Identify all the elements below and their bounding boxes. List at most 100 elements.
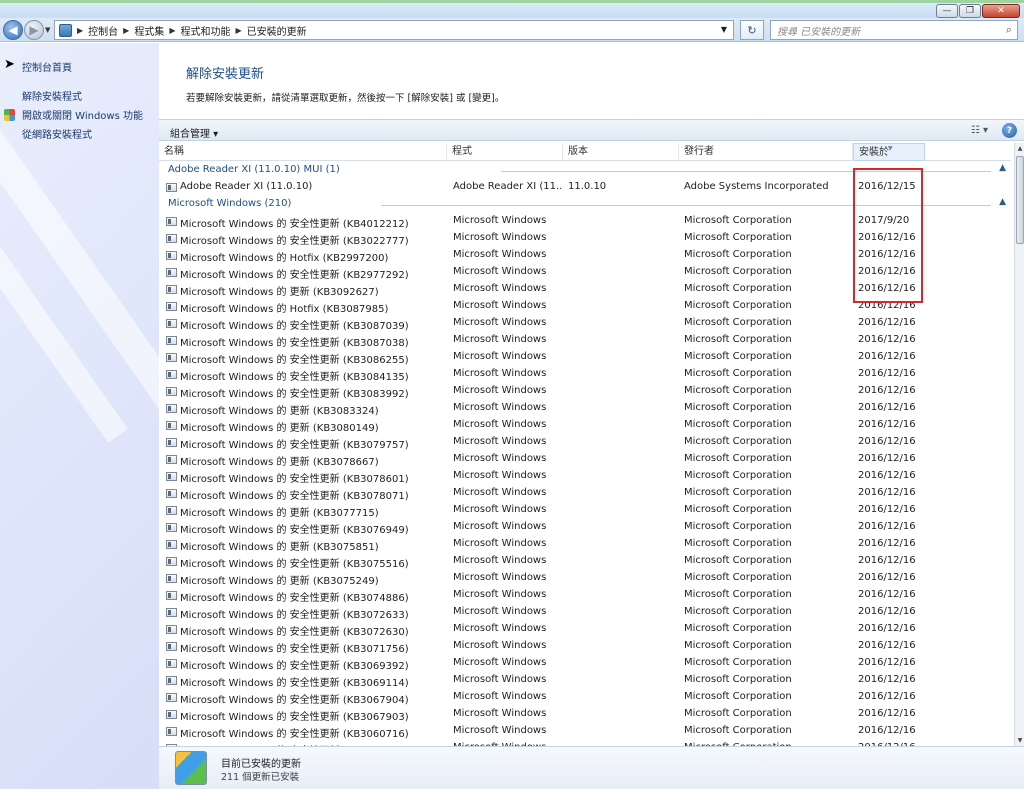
list-item[interactable]: Microsoft Windows 的 安全性更新 (KB3079757) Mic… [159, 434, 1011, 451]
list-item[interactable]: Microsoft Windows 的 安全性更新 (KB3078601) Mic… [159, 468, 1011, 485]
collapse-group-icon[interactable]: ▲ [999, 197, 1006, 207]
update-icon [166, 608, 177, 617]
search-input[interactable]: 搜尋 已安裝的更新 ⌕ [770, 20, 1018, 40]
change-view-button[interactable]: ☷ ▾ [971, 125, 988, 136]
updates-icon [175, 751, 207, 785]
column-version[interactable]: 版本 [563, 143, 679, 161]
update-program: Microsoft Windows [453, 691, 547, 702]
scroll-up-icon[interactable]: ▲ [1015, 143, 1024, 154]
sidebar-item-uninstall-program[interactable]: 解除安裝程式 [22, 88, 82, 103]
update-icon [166, 251, 177, 260]
sidebar-item-install-from-network[interactable]: 從網路安裝程式 [22, 126, 92, 141]
list-item[interactable]: Microsoft Windows 的 安全性更新 (KB3074886) Mic… [159, 587, 1011, 604]
control-panel-icon [59, 23, 72, 37]
list-item[interactable]: Microsoft Windows 的 安全性更新 (KB3087039) Mic… [159, 315, 1011, 332]
breadcrumb-separator-icon[interactable]: ▶ [169, 26, 175, 35]
update-icon [166, 234, 177, 243]
close-button[interactable]: ✕ [982, 4, 1020, 18]
update-program: Microsoft Windows [453, 640, 547, 651]
address-dropdown-icon[interactable]: ▼ [721, 25, 727, 34]
list-item[interactable]: Microsoft Windows 的 更新 (KB3078667) Micros… [159, 451, 1011, 468]
update-icon [166, 591, 177, 600]
sidebar-item-control-panel-home[interactable]: 控制台首頁 [22, 59, 72, 74]
column-program[interactable]: 程式 [447, 143, 563, 161]
update-installed-date: 2016/12/16 [858, 317, 916, 328]
back-button[interactable]: ◀ [3, 20, 23, 40]
update-icon [166, 455, 177, 464]
list-item[interactable]: Microsoft Windows 的 安全性更新 (KB3083992) Mic… [159, 383, 1011, 400]
main-content: 解除安裝更新 若要解除安裝更新，請從清單選取更新，然後按一下 [解除安裝] 或 … [159, 43, 1024, 789]
list-item[interactable]: Microsoft Windows 的 安全性更新 (KB3087038) Mic… [159, 332, 1011, 349]
update-installed-date: 2016/12/16 [858, 402, 916, 413]
list-item[interactable]: Microsoft Windows 的 更新 (KB3075249) Micros… [159, 570, 1011, 587]
breadcrumb-installed-updates[interactable]: 已安裝的更新 [247, 23, 307, 38]
list-item[interactable]: Microsoft Windows 的 更新 (KB3075851) Micros… [159, 536, 1011, 553]
list-item[interactable]: Microsoft Windows 的 更新 (KB3083324) Micros… [159, 400, 1011, 417]
list-item[interactable]: Microsoft Windows 的 安全性更新 (KB3084135) Mic… [159, 366, 1011, 383]
list-item[interactable]: Microsoft Windows 的 安全性更新 (KB3075516) Mic… [159, 553, 1011, 570]
update-name: Microsoft Windows 的 安全性更新 (KB3071756) [180, 644, 409, 655]
update-program: Microsoft Windows [453, 368, 547, 379]
update-program: Microsoft Windows [453, 419, 547, 430]
scrollbar-thumb[interactable] [1016, 156, 1024, 244]
update-name: Microsoft Windows 的 安全性更新 (KB3086255) [180, 355, 409, 366]
organize-button[interactable]: 組合管理 ▾ [170, 125, 218, 140]
list-item[interactable]: Microsoft Windows 的 安全性更新 (KB3069114) Mic… [159, 672, 1011, 689]
update-publisher: Microsoft Corporation [684, 691, 792, 702]
update-publisher: Microsoft Corporation [684, 249, 792, 260]
update-program: Microsoft Windows [453, 334, 547, 345]
breadcrumb-programs-and-features[interactable]: 程式和功能 [180, 23, 230, 38]
minimize-button[interactable]: — [936, 4, 958, 18]
update-installed-date: 2016/12/16 [858, 589, 916, 600]
column-name[interactable]: 名稱 [159, 143, 447, 161]
list-item[interactable]: Microsoft Windows 的 更新 (KB3080149) Micros… [159, 417, 1011, 434]
column-installed-on[interactable]: ▼ 安裝於 [853, 143, 925, 161]
update-program: Microsoft Windows [453, 436, 547, 447]
list-item[interactable]: Microsoft Windows 的 安全性更新 (KB3067904) Mic… [159, 689, 1011, 706]
update-installed-date: 2016/12/16 [858, 606, 916, 617]
update-program: Microsoft Windows [453, 555, 547, 566]
breadcrumb-programs[interactable]: 程式集 [134, 23, 164, 38]
recent-pages-dropdown[interactable]: ▼ [45, 26, 50, 34]
update-icon [166, 625, 177, 634]
forward-button[interactable]: ▶ [24, 20, 44, 40]
list-item[interactable]: Microsoft Windows 的 安全性更新 (KB3078071) Mic… [159, 485, 1011, 502]
list-item[interactable]: Microsoft Windows 的 安全性更新 (KB3071756) Mic… [159, 638, 1011, 655]
list-item[interactable]: Microsoft Windows 的 安全性更新 (KB3072630) Mic… [159, 621, 1011, 638]
breadcrumb-control-panel[interactable]: 控制台 [88, 23, 118, 38]
update-program: Microsoft Windows [453, 725, 547, 736]
list-item[interactable]: Microsoft Windows 的 安全性更新 (KB3069392) Mic… [159, 655, 1011, 672]
maximize-button[interactable]: ❐ [959, 4, 981, 18]
left-task-pane: ➤ 控制台首頁 解除安裝程式 開啟或關閉 Windows 功能 從網路安裝程式 [0, 43, 159, 789]
breadcrumb-separator-icon[interactable]: ▶ [77, 26, 83, 35]
update-icon [166, 319, 177, 328]
update-installed-date: 2016/12/16 [858, 351, 916, 362]
update-installed-date: 2016/12/16 [858, 725, 916, 736]
list-item[interactable]: Microsoft Windows 的 安全性更新 (KB3072633) Mic… [159, 604, 1011, 621]
list-item[interactable]: Microsoft Windows 的 安全性更新 (KB3076949) Mic… [159, 519, 1011, 536]
refresh-button[interactable]: ↻ [740, 20, 764, 40]
help-icon[interactable]: ? [1002, 123, 1017, 138]
update-publisher: Microsoft Corporation [684, 487, 792, 498]
list-item[interactable]: Microsoft Windows 的 安全性更新 (KB3067903) Mic… [159, 706, 1011, 723]
update-icon [166, 710, 177, 719]
column-publisher[interactable]: 發行者 [679, 143, 853, 161]
update-program: Microsoft Windows [453, 674, 547, 685]
breadcrumb-separator-icon[interactable]: ▶ [123, 26, 129, 35]
search-icon[interactable]: ⌕ [1006, 23, 1012, 37]
update-installed-date: 2016/12/16 [858, 555, 916, 566]
collapse-group-icon[interactable]: ▲ [999, 163, 1006, 173]
update-publisher: Microsoft Corporation [684, 436, 792, 447]
update-name: Microsoft Windows 的 安全性更新 (KB2977292) [180, 270, 409, 281]
update-program: Microsoft Windows [453, 249, 547, 260]
update-name: Microsoft Windows 的 安全性更新 (KB3078601) [180, 474, 409, 485]
vertical-scrollbar[interactable]: ▲ ▼ [1014, 143, 1024, 746]
scroll-down-icon[interactable]: ▼ [1015, 735, 1024, 746]
list-item[interactable]: Microsoft Windows 的 安全性更新 (KB3086255) Mic… [159, 349, 1011, 366]
breadcrumb-separator-icon[interactable]: ▶ [235, 26, 241, 35]
list-item[interactable]: Microsoft Windows 的 安全性更新 (KB3060716) Mic… [159, 723, 1011, 740]
sidebar-item-windows-features[interactable]: 開啟或關閉 Windows 功能 [22, 107, 143, 122]
list-item[interactable]: Microsoft Windows 的 更新 (KB3077715) Micros… [159, 502, 1011, 519]
update-icon [166, 676, 177, 685]
address-bar[interactable]: ▶ 控制台 ▶ 程式集 ▶ 程式和功能 ▶ 已安裝的更新 ▼ [54, 20, 734, 40]
